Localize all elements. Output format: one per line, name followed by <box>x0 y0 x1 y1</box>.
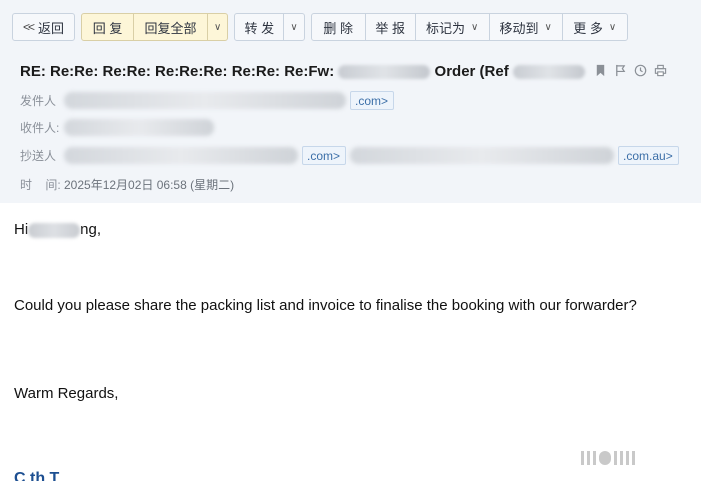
double-chevron-left-icon: << <box>23 20 35 34</box>
more-label: 更 多 <box>573 20 603 36</box>
reply-dropdown-button[interactable]: ∨ <box>208 14 227 40</box>
redacted-recipient[interactable] <box>64 119 214 136</box>
redacted-cc-1 <box>64 147 298 164</box>
cc-label: 抄送人 <box>20 149 57 163</box>
watermark-mark <box>599 451 611 465</box>
watermark-mark <box>614 451 617 465</box>
from-row: 发件人 .com> <box>20 91 398 110</box>
greeting-start: Hi <box>14 221 29 238</box>
subject-prefix: RE: Re:Re: Re:Re: Re:Re:Re: Re:Re: Re:Fw… <box>20 63 335 80</box>
sender-address-suffix: .com> <box>355 93 389 108</box>
mail-subject: RE: Re:Re: Re:Re: Re:Re:Re: Re:Re: Re:Fw… <box>20 63 585 80</box>
forward-group: 转 发 ∨ <box>234 13 305 41</box>
delete-button[interactable]: 删 除 <box>312 14 366 40</box>
subject-middle: Order (Ref <box>434 63 509 80</box>
platform-watermark <box>581 451 635 465</box>
watermark-mark <box>626 451 629 465</box>
time-label: 时 间: <box>20 178 61 192</box>
move-to-label: 移动到 <box>499 20 539 36</box>
more-button[interactable]: 更 多 ∨ <box>563 14 627 40</box>
forward-button[interactable]: 转 发 <box>235 14 285 40</box>
move-to-button[interactable]: 移动到 ∨ <box>490 14 563 40</box>
cc-row: 抄送人 .com> .com.au> <box>20 146 683 165</box>
chevron-down-icon: ∨ <box>214 21 222 33</box>
bookmark-icon[interactable] <box>594 64 607 77</box>
mail-header-actions <box>594 64 667 77</box>
cc-address-suffix-1: .com> <box>307 148 341 163</box>
report-button[interactable]: 举 报 <box>366 14 416 40</box>
mark-as-button[interactable]: 标记为 ∨ <box>416 14 490 40</box>
redacted-cc-2 <box>350 147 615 164</box>
watermark-mark <box>632 451 635 465</box>
redacted-sender <box>64 92 346 109</box>
reply-all-button[interactable]: 回复全部 <box>134 14 209 40</box>
reply-group: 回 复 回复全部 ∨ <box>81 13 229 41</box>
signature-name: C th T <box>14 470 60 481</box>
chevron-down-icon: ∨ <box>471 21 479 33</box>
print-icon[interactable] <box>654 64 667 77</box>
watermark-mark <box>587 451 590 465</box>
cc-address-chip-2[interactable]: .com.au> <box>618 146 679 165</box>
mail-toolbar: << 返回 回 复 回复全部 ∨ 转 发 ∨ 删 除 举 报 标记为 ∨ 移动到… <box>12 13 628 41</box>
watermark-mark <box>620 451 623 465</box>
mark-as-label: 标记为 <box>426 20 466 36</box>
to-label: 收件人: <box>20 121 60 135</box>
chevron-down-icon: ∨ <box>290 21 298 33</box>
time-row: 时 间: 2025年12月02日 06:58 (星期二) <box>20 176 234 193</box>
redacted-text <box>338 65 431 80</box>
forward-dropdown-button[interactable]: ∨ <box>284 14 303 40</box>
actions-group: 删 除 举 报 标记为 ∨ 移动到 ∨ 更 多 ∨ <box>310 13 628 41</box>
greeting-end: ng, <box>80 221 102 238</box>
sent-time: 2025年12月02日 06:58 (星期二) <box>64 178 235 192</box>
redacted-name <box>28 222 81 238</box>
request-line: Could you please share the packing list … <box>14 297 637 314</box>
chevron-down-icon: ∨ <box>608 21 617 33</box>
clock-icon[interactable] <box>634 64 647 77</box>
back-label: 返回 <box>38 20 65 36</box>
redacted-text <box>512 65 585 80</box>
flag-icon[interactable] <box>614 64 627 77</box>
watermark-mark <box>581 451 584 465</box>
to-row: 收件人: <box>20 119 218 136</box>
greeting-line: Hi ng, <box>14 221 101 238</box>
watermark-mark <box>593 451 596 465</box>
reply-button[interactable]: 回 复 <box>82 14 135 40</box>
sender-address-chip[interactable]: .com> <box>350 91 395 110</box>
from-label: 发件人 <box>20 94 57 108</box>
cc-address-suffix-2: .com.au> <box>623 148 673 163</box>
cc-address-chip-1[interactable]: .com> <box>302 146 347 165</box>
back-button[interactable]: << 返回 <box>13 14 74 40</box>
back-group: << 返回 <box>12 13 76 41</box>
closing-line: Warm Regards, <box>14 385 119 402</box>
chevron-down-icon: ∨ <box>544 21 552 33</box>
